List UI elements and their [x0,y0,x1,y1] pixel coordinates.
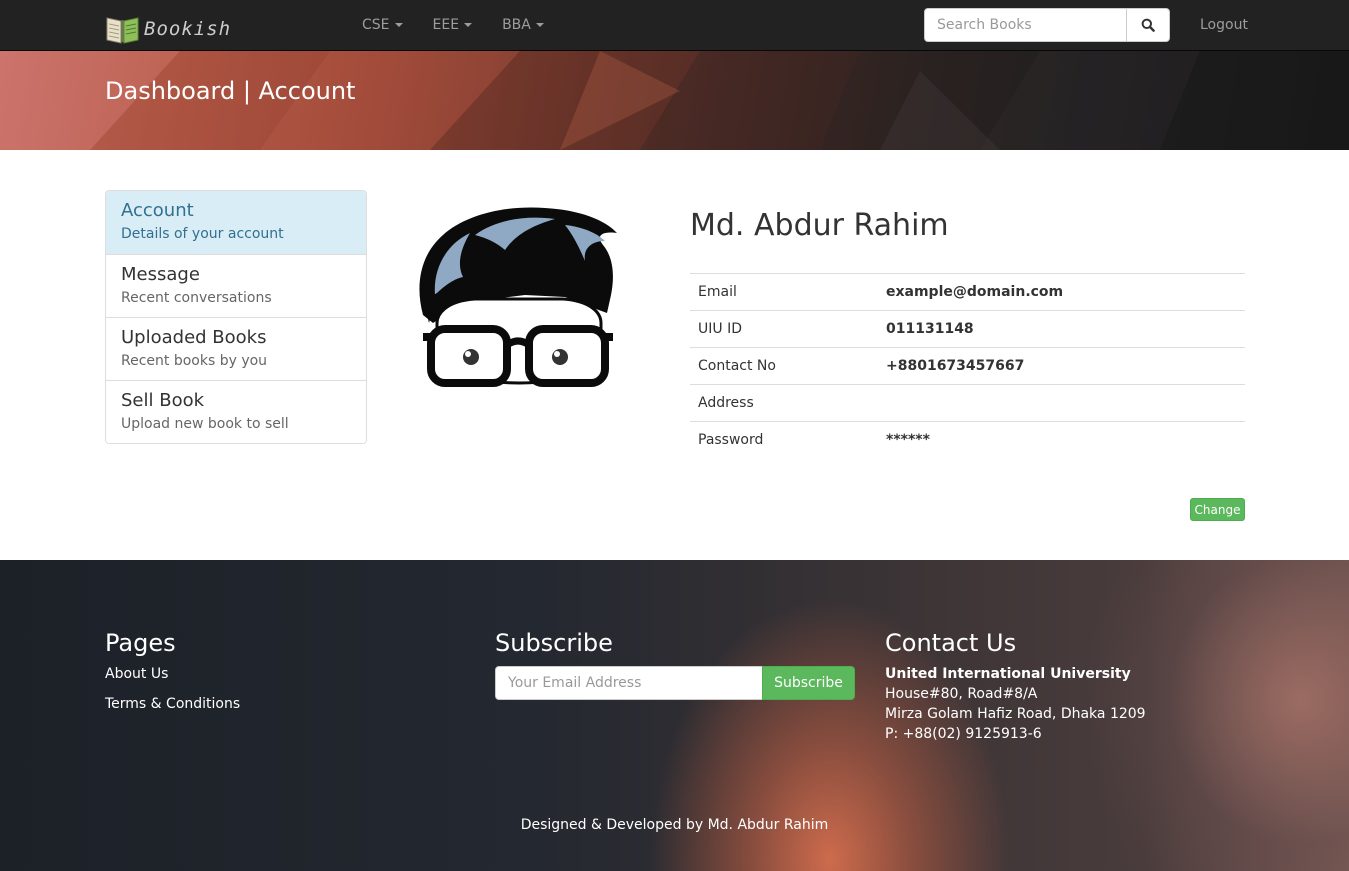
footer-subscribe-title: Subscribe [495,629,613,657]
contact-address-line-1: House#80, Road#8/A [885,686,1038,702]
category-menu: CSE EEE BBA [347,0,559,50]
field-label: Contact No [690,347,878,385]
field-label: Email [690,273,878,311]
sidebar-item-title: Message [121,264,200,285]
account-details-table: Email example@domain.com UIU ID 01113114… [690,273,1245,459]
table-row: Password ****** [690,421,1245,459]
field-value-password: ****** [878,421,1245,459]
field-value-address [878,384,1245,422]
footer-link-about-us[interactable]: About Us [105,666,168,682]
search-icon [1141,18,1155,32]
sidebar-item-title: Uploaded Books [121,327,267,348]
field-value-uiu-id: 011131148 [878,310,1245,348]
subscribe-email-input[interactable] [495,666,763,700]
nav-item-bba[interactable]: BBA [487,0,559,50]
subscribe-button[interactable]: Subscribe [762,666,855,700]
dashboard-sidebar: Account Details of your account Message … [105,190,367,444]
sidebar-item-message[interactable]: Message Recent conversations [106,254,366,317]
search-form [924,8,1170,42]
search-button[interactable] [1127,8,1170,42]
sidebar-item-title: Sell Book [121,390,205,411]
sidebar-item-subtitle: Recent books by you [121,353,268,369]
nav-item-label: BBA [502,17,531,33]
avatar-nerd-icon [419,207,617,387]
contact-organization: United International University [885,666,1131,682]
footer-link-terms[interactable]: Terms & Conditions [105,696,240,712]
search-input[interactable] [924,8,1127,42]
table-row: Contact No +8801673457667 [690,347,1245,385]
logout-link[interactable]: Logout [1200,0,1248,50]
table-row: UIU ID 011131148 [690,310,1245,348]
caret-down-icon [464,23,473,27]
sidebar-item-title: Account [121,200,194,221]
caret-down-icon [394,23,403,27]
navbar: Bookish CSE EEE BBA Logout [0,0,1349,51]
change-button[interactable]: Change [1190,498,1245,521]
site-footer: Pages About Us Terms & Conditions Subscr… [0,560,1349,871]
footer-pages-title: Pages [105,629,176,657]
field-value-email: example@domain.com [878,273,1245,311]
table-row: Email example@domain.com [690,273,1245,311]
nav-item-label: CSE [362,17,390,33]
footer-contact-title: Contact Us [885,629,1017,657]
nav-item-eee[interactable]: EEE [418,0,488,50]
field-label: Password [690,421,878,459]
sidebar-item-account[interactable]: Account Details of your account [106,191,366,254]
sidebar-item-subtitle: Upload new book to sell [121,416,289,432]
contact-phone: P: +88(02) 9125913-6 [885,726,1042,742]
field-label: UIU ID [690,310,878,348]
caret-down-icon [535,23,544,27]
sidebar-item-subtitle: Details of your account [121,226,284,242]
brand-logo[interactable]: Bookish [105,13,231,45]
brand-name: Bookish [144,18,232,40]
field-label: Address [690,384,878,422]
book-logo-icon [106,17,139,44]
nav-item-label: EEE [432,17,460,33]
profile-name: Md. Abdur Rahim [690,208,949,243]
page-title: Dashboard | Account [105,77,356,105]
field-value-contact: +8801673457667 [878,347,1245,385]
sidebar-item-sell-book[interactable]: Sell Book Upload new book to sell [106,380,366,443]
contact-address-line-2: Mirza Golam Hafiz Road, Dhaka 1209 [885,706,1146,722]
page-header-banner: Dashboard | Account [0,51,1349,150]
sidebar-item-uploaded-books[interactable]: Uploaded Books Recent books by you [106,317,366,380]
nav-item-cse[interactable]: CSE [347,0,418,50]
sidebar-item-subtitle: Recent conversations [121,290,272,306]
footer-credit: Designed & Developed by Md. Abdur Rahim [520,817,829,833]
table-row: Address [690,384,1245,422]
